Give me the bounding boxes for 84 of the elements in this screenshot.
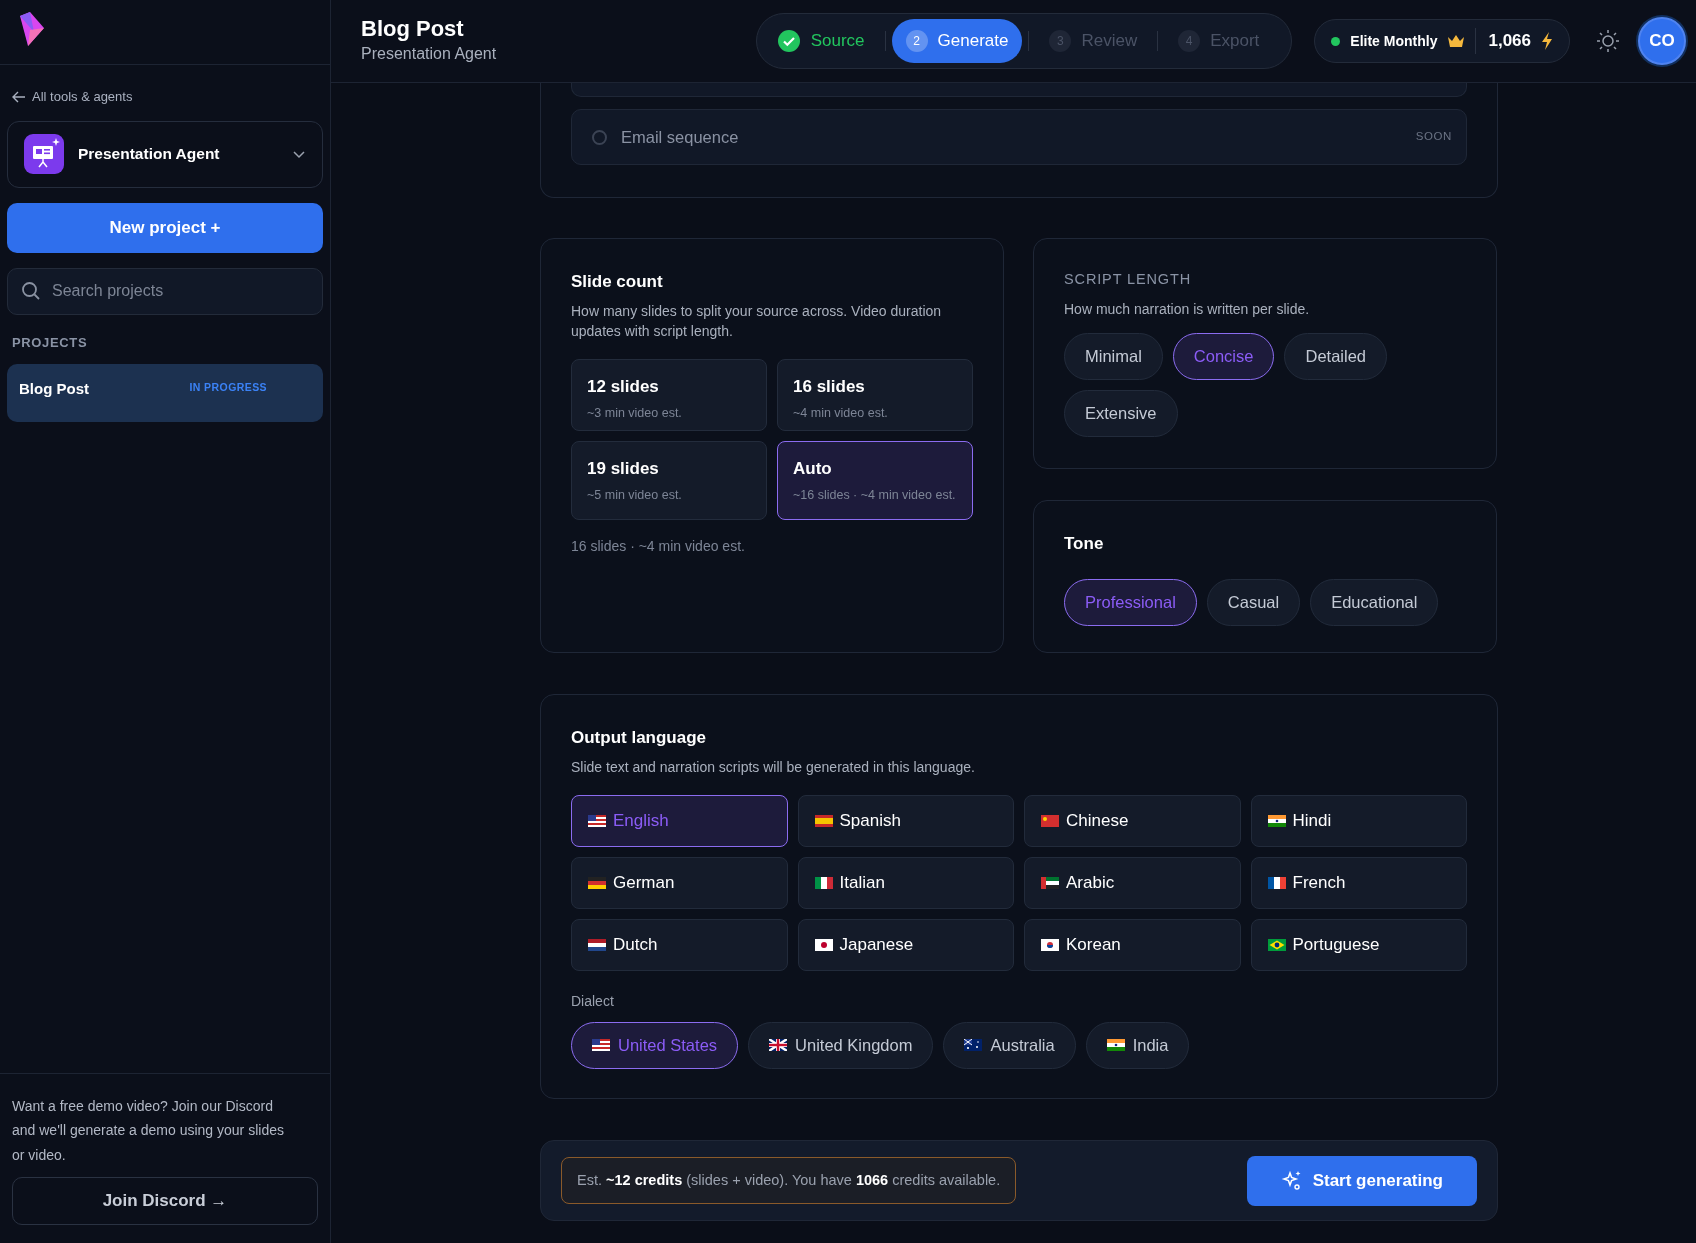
- step-tab[interactable]: 2 Generate: [891, 19, 1023, 63]
- plan-name: Elite Monthly: [1350, 31, 1438, 51]
- flag-icon: [1106, 1039, 1125, 1052]
- sparkle-icon: [1280, 1169, 1303, 1192]
- chevron-down-icon: [292, 149, 306, 159]
- language-option[interactable]: French: [1250, 856, 1467, 909]
- flag-icon: [1041, 938, 1059, 951]
- promo-text: Want a free demo video? Join our Discord and we'll generate a demo using your slides or video.: [12, 1096, 285, 1165]
- agent-selector[interactable]: Presentation Agent: [7, 120, 323, 188]
- language-option[interactable]: Hindi: [1250, 794, 1467, 847]
- language-option[interactable]: Italian: [797, 856, 1014, 909]
- slide-option[interactable]: 16 slides ~4 min video est.: [777, 359, 973, 432]
- flag-icon: [588, 876, 606, 889]
- dialect-option[interactable]: United States: [571, 1021, 739, 1069]
- presentation-icon: [24, 134, 64, 174]
- check-icon: [776, 29, 801, 53]
- search-field[interactable]: Search projects: [7, 267, 323, 315]
- language-option[interactable]: Japanese: [797, 918, 1014, 971]
- crown-icon: [1447, 33, 1466, 49]
- language-option[interactable]: Arabic: [1024, 856, 1241, 909]
- card-description: Slide text and narration scripts will be generated in this language.: [571, 757, 976, 777]
- flag-icon: [814, 876, 833, 889]
- length-option[interactable]: Concise: [1172, 333, 1275, 381]
- slide-option[interactable]: 12 slides ~3 min video est.: [571, 359, 767, 432]
- tone-option[interactable]: Educational: [1310, 578, 1439, 626]
- lightning-icon: [1541, 32, 1553, 50]
- step-tab[interactable]: Source: [762, 19, 879, 63]
- dialect-option[interactable]: Australia: [943, 1021, 1076, 1069]
- slide-option[interactable]: 19 slides ~5 min video est.: [571, 441, 767, 520]
- start-generating-button[interactable]: Start generating: [1246, 1155, 1477, 1206]
- card-description: How many slides to split your source across. Video duration updates with script length.: [571, 301, 943, 341]
- card-title: Tone: [1064, 533, 1105, 555]
- arrow-left-icon: [12, 90, 26, 103]
- language-option[interactable]: Korean: [1024, 918, 1241, 971]
- slide-summary: 16 slides · ~4 min video est.: [571, 536, 746, 556]
- length-option[interactable]: Extensive: [1064, 390, 1178, 438]
- tone-option[interactable]: Professional: [1064, 578, 1197, 626]
- user-avatar[interactable]: CO: [1638, 17, 1686, 65]
- slide-option[interactable]: Auto ~16 slides · ~4 min video est.: [777, 441, 973, 520]
- card-title: SCRIPT LENGTH: [1064, 270, 1193, 289]
- dialect-label: Dialect: [571, 991, 615, 1011]
- flag-icon: [1267, 814, 1286, 827]
- length-option[interactable]: Minimal: [1064, 333, 1163, 381]
- language-option[interactable]: Portuguese: [1250, 918, 1467, 971]
- flag-icon: [592, 1039, 610, 1052]
- dialect-option[interactable]: India: [1085, 1021, 1190, 1069]
- language-option[interactable]: Spanish: [797, 794, 1014, 847]
- flag-icon: [1267, 876, 1286, 889]
- flag-icon: [1267, 938, 1286, 951]
- flag-icon: [1041, 876, 1059, 889]
- new-project-button[interactable]: New project +: [7, 202, 323, 253]
- credit-estimate: Est. ~12 credits (slides + video). You have 1066 credits available.: [561, 1156, 1017, 1205]
- page-subtitle: Presentation Agent: [361, 44, 497, 65]
- status-label: IN PROGRESS: [189, 380, 267, 395]
- card-title: Output language: [571, 727, 708, 749]
- search-icon: [21, 280, 41, 301]
- language-option[interactable]: English: [571, 794, 788, 847]
- length-option[interactable]: Detailed: [1284, 333, 1387, 381]
- flag-icon: [964, 1039, 983, 1052]
- language-option[interactable]: Chinese: [1024, 794, 1241, 847]
- sun-icon[interactable]: [1596, 29, 1620, 53]
- flag-icon: [769, 1039, 788, 1052]
- status-dot: [1331, 36, 1341, 46]
- tone-option[interactable]: Casual: [1206, 578, 1301, 626]
- back-link[interactable]: All tools & agents: [12, 87, 330, 107]
- language-option[interactable]: Dutch: [571, 918, 788, 971]
- step-number: 2: [905, 30, 928, 52]
- option-label: Email sequence: [621, 126, 739, 148]
- flag-icon: [814, 814, 833, 827]
- language-option[interactable]: German: [571, 856, 788, 909]
- dialect-option[interactable]: United Kingdom: [748, 1021, 934, 1069]
- flag-icon: [588, 938, 606, 951]
- project-item[interactable]: Blog Post IN PROGRESS: [7, 364, 323, 422]
- credit-count: 1,066: [1475, 28, 1531, 54]
- join-discord-button[interactable]: Join Discord →: [12, 1177, 318, 1225]
- flag-icon: [1041, 814, 1059, 827]
- card-title: Slide count: [571, 271, 664, 293]
- flag-icon: [588, 814, 606, 827]
- card-description: How much narration is written per slide.: [1064, 299, 1311, 319]
- project-name: Blog Post: [19, 379, 89, 399]
- section-label: PROJECTS: [12, 333, 89, 352]
- soon-label: SOON: [1415, 129, 1452, 145]
- flag-icon: [814, 938, 833, 951]
- page-title: Blog Post: [361, 15, 465, 43]
